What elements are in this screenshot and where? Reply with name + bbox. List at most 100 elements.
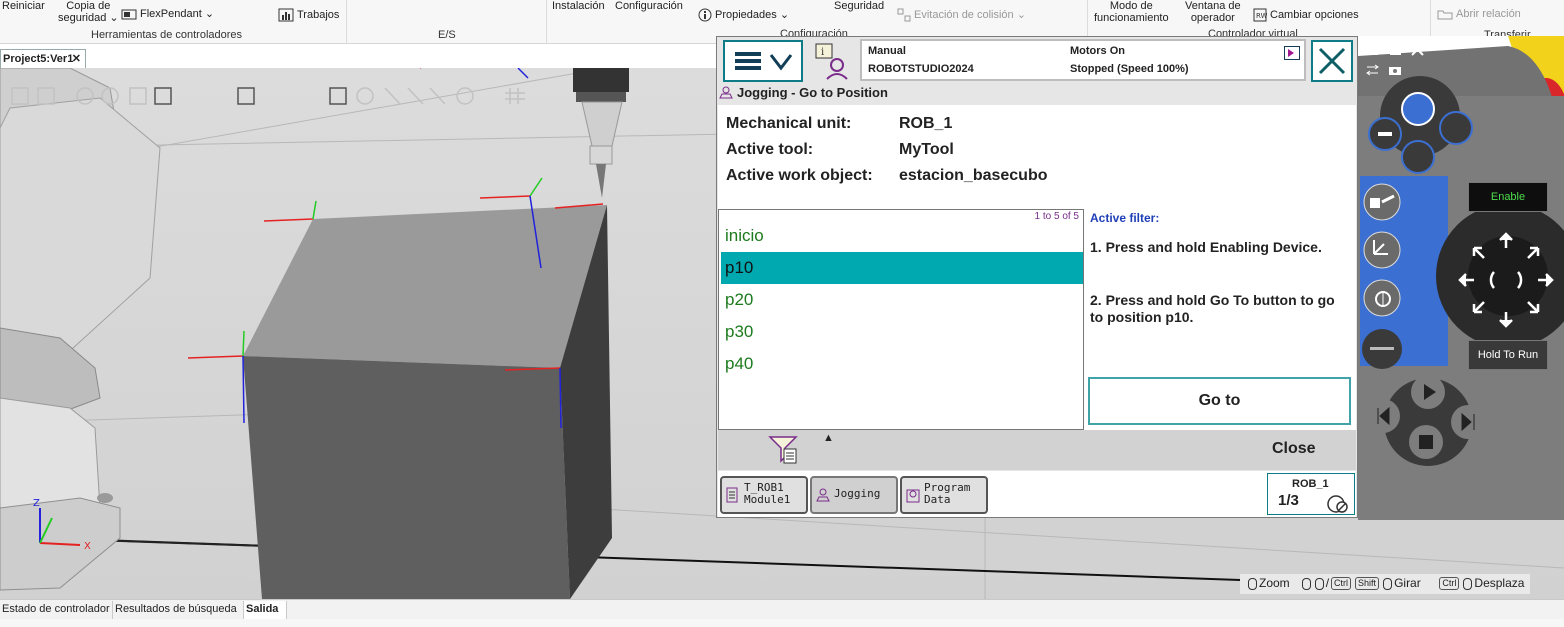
- close-window-button[interactable]: [1311, 40, 1353, 82]
- trabajos-label: Trabajos: [297, 8, 340, 21]
- virtual-controller-hardware: Enable Hold To Run: [1358, 36, 1564, 520]
- shift-key-icon: Shift: [1355, 577, 1380, 591]
- mouse-icon: [1314, 577, 1324, 590]
- increment-icon[interactable]: [1370, 286, 1396, 312]
- camera-icon[interactable]: [1388, 64, 1402, 76]
- close-icon: [1318, 47, 1346, 75]
- motors-state: Motors On: [1070, 45, 1125, 57]
- active-filter-title: Active filter:: [1090, 211, 1160, 225]
- chevron-down-icon: ⌄: [106, 12, 119, 24]
- seguridad-label-row: seguridad ⌄: [58, 12, 119, 24]
- list-item[interactable]: p30: [721, 316, 1083, 348]
- propiedades-label: Propiedades: [715, 8, 777, 21]
- instalacion-button[interactable]: Instalación: [552, 0, 605, 12]
- evitacion-label: Evitación de colisión: [914, 8, 1014, 21]
- configuracion-button[interactable]: Configuración: [615, 0, 683, 12]
- jog-mode-icon[interactable]: [1370, 236, 1396, 264]
- joystick-arrows-icon[interactable]: [1454, 228, 1558, 332]
- go-to-button[interactable]: Go to: [1088, 377, 1351, 425]
- copia-seguridad-button[interactable]: Copia de seguridad ⌄: [58, 0, 119, 24]
- cambiar-opciones-button[interactable]: RW Cambiar opciones: [1253, 8, 1359, 22]
- trabajos-button[interactable]: Trabajos: [278, 8, 339, 22]
- hold-to-run-button[interactable]: Hold To Run: [1468, 340, 1548, 370]
- close-icon[interactable]: [1410, 42, 1426, 56]
- desplazar-hint-label: Desplaza: [1474, 576, 1525, 590]
- task3-line2: Data: [924, 493, 951, 506]
- filter-button[interactable]: [768, 435, 798, 465]
- task1-line2: Module1: [744, 493, 791, 506]
- maximize-icon[interactable]: [1364, 42, 1380, 56]
- evitacion-colision-button[interactable]: Evitación de colisión ⌄: [897, 8, 1026, 22]
- flexpendant-button[interactable]: FlexPendant ⌄: [121, 8, 214, 20]
- ribbon-separator: [346, 0, 347, 44]
- mechanical-unit-row: Mechanical unit: ROB_1: [726, 115, 952, 133]
- seguridad-label: seguridad: [58, 12, 107, 24]
- close-button[interactable]: Close: [1272, 440, 1316, 458]
- flexpendant-icon: [121, 9, 137, 20]
- tab-salida[interactable]: Salida: [244, 601, 287, 619]
- chevron-down-icon: ⌄: [201, 8, 215, 20]
- position-list: 1 to 5 of 5 inicio p10 p20 p30 p40: [718, 209, 1084, 430]
- task-t-rob1-module1[interactable]: T_ROB1 Module1: [720, 476, 808, 514]
- active-tool-label: Active tool:: [726, 141, 814, 158]
- ribbon-separator: [546, 0, 547, 44]
- task-jogging[interactable]: Jogging: [810, 476, 898, 514]
- document-tab[interactable]: Project5:Ver1 ✕: [0, 49, 86, 68]
- list-item[interactable]: p40: [721, 348, 1083, 380]
- navigation-hint: Zoom / Ctrl Shift Girar Ctrl Desplaza: [1240, 574, 1531, 594]
- program-state: Stopped (Speed 100%): [1070, 63, 1189, 75]
- quickset-icon: [1284, 46, 1300, 60]
- enable-button[interactable]: Enable: [1468, 182, 1548, 212]
- list-item-selected[interactable]: p10: [721, 252, 1083, 284]
- close-icon[interactable]: ✕: [72, 52, 81, 65]
- modo-funcionamiento-button[interactable]: Modo de funcionamiento: [1094, 0, 1169, 24]
- abb-menu-button[interactable]: [723, 40, 803, 82]
- status-bar: Manual ROBOTSTUDIO2024 Motors On Stopped…: [860, 39, 1306, 81]
- propiedades-button[interactable]: Propiedades ⌄: [698, 8, 789, 22]
- view-title-label: Jogging - Go to Position: [737, 85, 888, 100]
- instruction-step-1: 1. Press and hold Enabling Device.: [1090, 239, 1322, 255]
- collapse-arrow-icon[interactable]: ▲: [823, 432, 834, 444]
- info-icon: [698, 8, 712, 22]
- cube-graphic: [243, 205, 612, 599]
- mechanical-unit-quickset[interactable]: ROB_1 1/3: [1267, 473, 1355, 515]
- ventana-operador-button[interactable]: Ventana de operador: [1185, 0, 1241, 24]
- tab-estado-controlador[interactable]: Estado de controlador: [0, 601, 113, 619]
- chevron-down-icon: ⌄: [776, 8, 790, 21]
- flexpendant-window: i Manual ROBOTSTUDIO2024 Motors On Stopp…: [716, 36, 1358, 518]
- rob-label: ROB_1: [1292, 478, 1329, 490]
- tab-resultados-busqueda[interactable]: Resultados de búsqueda: [113, 601, 244, 619]
- output-tabs: Estado de controlador Resultados de búsq…: [0, 599, 1564, 619]
- ventana-line1: Ventana de: [1185, 0, 1241, 12]
- cambiar-label: Cambiar opciones: [1270, 8, 1359, 21]
- taskbar: T_ROB1 Module1 Jogging Program Data ROB_1 …: [718, 471, 1356, 517]
- mechanical-unit-icon[interactable]: [1368, 188, 1398, 216]
- abrir-relacion-button[interactable]: Abrir relación: [1437, 8, 1521, 20]
- list-item[interactable]: p20: [721, 284, 1083, 316]
- abrir-relacion-label: Abrir relación: [1456, 8, 1521, 20]
- event-log-button[interactable]: i: [813, 41, 853, 81]
- folder-icon: [1437, 10, 1453, 20]
- document-tab-label: Project5:Ver1: [3, 53, 74, 65]
- list-item[interactable]: inicio: [721, 220, 1083, 252]
- mouse-icon: [1463, 577, 1473, 590]
- zoom-hint-label: Zoom: [1259, 576, 1290, 590]
- task2-label: Jogging: [834, 487, 881, 500]
- instructions-panel: Active filter: 1. Press and hold Enablin…: [1084, 209, 1356, 430]
- chevron-down-icon: ⌄: [1013, 8, 1026, 21]
- trabajos-icon: [278, 8, 294, 22]
- options-icon: RW: [1253, 8, 1267, 22]
- swap-icon[interactable]: [1366, 64, 1380, 76]
- reiniciar-button[interactable]: Reiniciar: [2, 0, 45, 12]
- active-wobj-value: estacion_basecubo: [899, 167, 1048, 184]
- svg-text:i: i: [821, 47, 824, 58]
- minimize-icon[interactable]: [1388, 42, 1404, 56]
- status-strip: [0, 619, 1564, 627]
- filter-icon: [768, 436, 798, 464]
- svg-text:RW: RW: [1256, 12, 1267, 20]
- ctrl-key-icon: Ctrl: [1331, 577, 1352, 591]
- jogging-icon: [719, 86, 733, 99]
- seguridad-button[interactable]: Seguridad: [834, 0, 884, 12]
- task-program-data[interactable]: Program Data: [900, 476, 988, 514]
- collision-icon: [897, 8, 911, 22]
